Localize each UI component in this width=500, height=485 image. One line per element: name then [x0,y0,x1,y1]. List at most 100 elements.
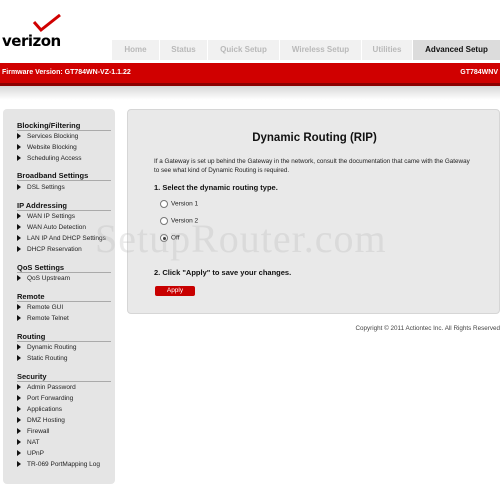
sidebar-section-security: Security [17,372,47,381]
arrow-icon [17,395,21,402]
firmware-bar: Firmware Version: GT784WN-VZ-1.1.22 GT78… [0,63,500,86]
firmware-version: Firmware Version: GT784WN-VZ-1.1.22 [2,69,131,76]
arrow-icon [17,304,21,311]
sidebar-item-label: WAN IP Settings [27,213,76,220]
sidebar-item-label: Services Blocking [27,133,79,140]
radio-version-1[interactable]: Version 1 [160,200,198,208]
header: verizon Home Status Quick Setup Wireless… [0,0,500,64]
apply-button[interactable]: Apply [155,286,195,296]
sidebar-item-services-blocking[interactable]: Services Blocking [17,133,78,140]
page-description: If a Gateway is set up behind the Gatewa… [154,158,470,174]
copyright: Copyright © 2011 Actiontec Inc. All Righ… [355,325,500,332]
arrow-icon [17,428,21,435]
arrow-icon [17,235,21,242]
radio-version-2[interactable]: Version 2 [160,217,198,225]
radio-button[interactable] [160,217,168,225]
sidebar-section-qos: QoS Settings [17,263,65,272]
radio-label: Off [171,234,180,242]
sidebar-item-dsl-settings[interactable]: DSL Settings [17,184,65,191]
arrow-icon [17,184,21,191]
arrow-icon [17,144,21,151]
arrow-icon [17,406,21,413]
arrow-icon [17,355,21,362]
sidebar-item-label: LAN IP And DHCP Settings [27,235,106,242]
sidebar-divider [17,341,111,342]
main-panel: Dynamic Routing (RIP) If a Gateway is se… [127,109,500,314]
sidebar-divider [17,301,111,302]
sidebar-item-port-forwarding[interactable]: Port Forwarding [17,395,73,402]
sidebar-item-label: WAN Auto Detection [27,224,87,231]
sidebar-item-tr069-portmapping-log[interactable]: TR-069 PortMapping Log [17,461,100,468]
sidebar-section-blocking: Blocking/Filtering [17,121,81,130]
tab-wireless-setup[interactable]: Wireless Setup [279,40,361,60]
tab-status[interactable]: Status [159,40,207,60]
sidebar-divider [17,180,111,181]
sidebar-divider [17,210,111,211]
sidebar-item-wan-ip-settings[interactable]: WAN IP Settings [17,213,75,220]
arrow-icon [17,275,21,282]
sidebar-section-ip-addressing: IP Addressing [17,201,68,210]
tab-quick-setup[interactable]: Quick Setup [207,40,279,60]
sidebar-item-website-blocking[interactable]: Website Blocking [17,144,77,151]
sidebar-item-upnp[interactable]: UPnP [17,450,44,457]
sidebar-item-dmz-hosting[interactable]: DMZ Hosting [17,417,65,424]
sidebar-item-label: Scheduling Access [27,155,82,162]
sidebar-item-static-routing[interactable]: Static Routing [17,355,67,362]
arrow-icon [17,155,21,162]
sidebar-item-label: NAT [27,439,40,446]
sidebar-item-qos-upstream[interactable]: QoS Upstream [17,275,70,282]
verizon-logo: verizon [2,14,64,50]
sidebar-item-applications[interactable]: Applications [17,406,62,413]
radio-button[interactable] [160,234,168,242]
arrow-icon [17,439,21,446]
arrow-icon [17,224,21,231]
arrow-icon [17,315,21,322]
arrow-icon [17,384,21,391]
tab-advanced-setup[interactable]: Advanced Setup [412,40,500,60]
sidebar-item-admin-password[interactable]: Admin Password [17,384,76,391]
sidebar-divider [17,272,111,273]
sidebar-item-label: DSL Settings [27,184,65,191]
logo-check-icon [32,14,61,33]
logo-text: verizon [2,32,61,50]
sidebar-section-remote: Remote [17,292,45,301]
sidebar-item-label: Remote GUI [27,304,64,311]
sidebar-item-dhcp-reservation[interactable]: DHCP Reservation [17,246,82,253]
sidebar-item-remote-telnet[interactable]: Remote Telnet [17,315,69,322]
sidebar-divider [17,130,111,131]
arrow-icon [17,133,21,140]
sidebar: Blocking/Filtering Services Blocking Web… [3,109,115,484]
arrow-icon [17,213,21,220]
sidebar-item-label: Remote Telnet [27,315,69,322]
tab-utilities[interactable]: Utilities [361,40,412,60]
sidebar-item-label: Applications [27,406,63,413]
sidebar-item-label: DMZ Hosting [27,417,65,424]
sidebar-item-label: Website Blocking [27,144,77,151]
radio-button[interactable] [160,200,168,208]
sidebar-item-label: Firewall [27,428,50,435]
sidebar-item-label: Dynamic Routing [27,344,77,351]
sidebar-item-dynamic-routing[interactable]: Dynamic Routing [17,344,77,351]
radio-off[interactable]: Off [160,234,180,242]
sidebar-item-label: Port Forwarding [27,395,74,402]
sidebar-item-remote-gui[interactable]: Remote GUI [17,304,63,311]
sidebar-item-label: Static Routing [27,355,68,362]
sidebar-item-label: TR-069 PortMapping Log [27,461,100,468]
arrow-icon [17,450,21,457]
sidebar-item-scheduling-access[interactable]: Scheduling Access [17,155,82,162]
tab-home[interactable]: Home [111,40,159,60]
sidebar-item-firewall[interactable]: Firewall [17,428,49,435]
arrow-icon [17,417,21,424]
sidebar-section-broadband: Broadband Settings [17,171,89,180]
sidebar-divider [17,381,111,382]
sidebar-item-lan-ip-dhcp[interactable]: LAN IP And DHCP Settings [17,235,106,242]
sidebar-item-label: Admin Password [27,384,76,391]
sidebar-item-label: DHCP Reservation [27,246,82,253]
step-1-label: 1. Select the dynamic routing type. [154,183,278,192]
radio-label: Version 2 [171,217,199,225]
sidebar-item-wan-auto-detection[interactable]: WAN Auto Detection [17,224,86,231]
radio-label: Version 1 [171,200,199,208]
page-title: Dynamic Routing (RIP) [252,132,377,144]
arrow-icon [17,246,21,253]
sidebar-item-nat[interactable]: NAT [17,439,40,446]
